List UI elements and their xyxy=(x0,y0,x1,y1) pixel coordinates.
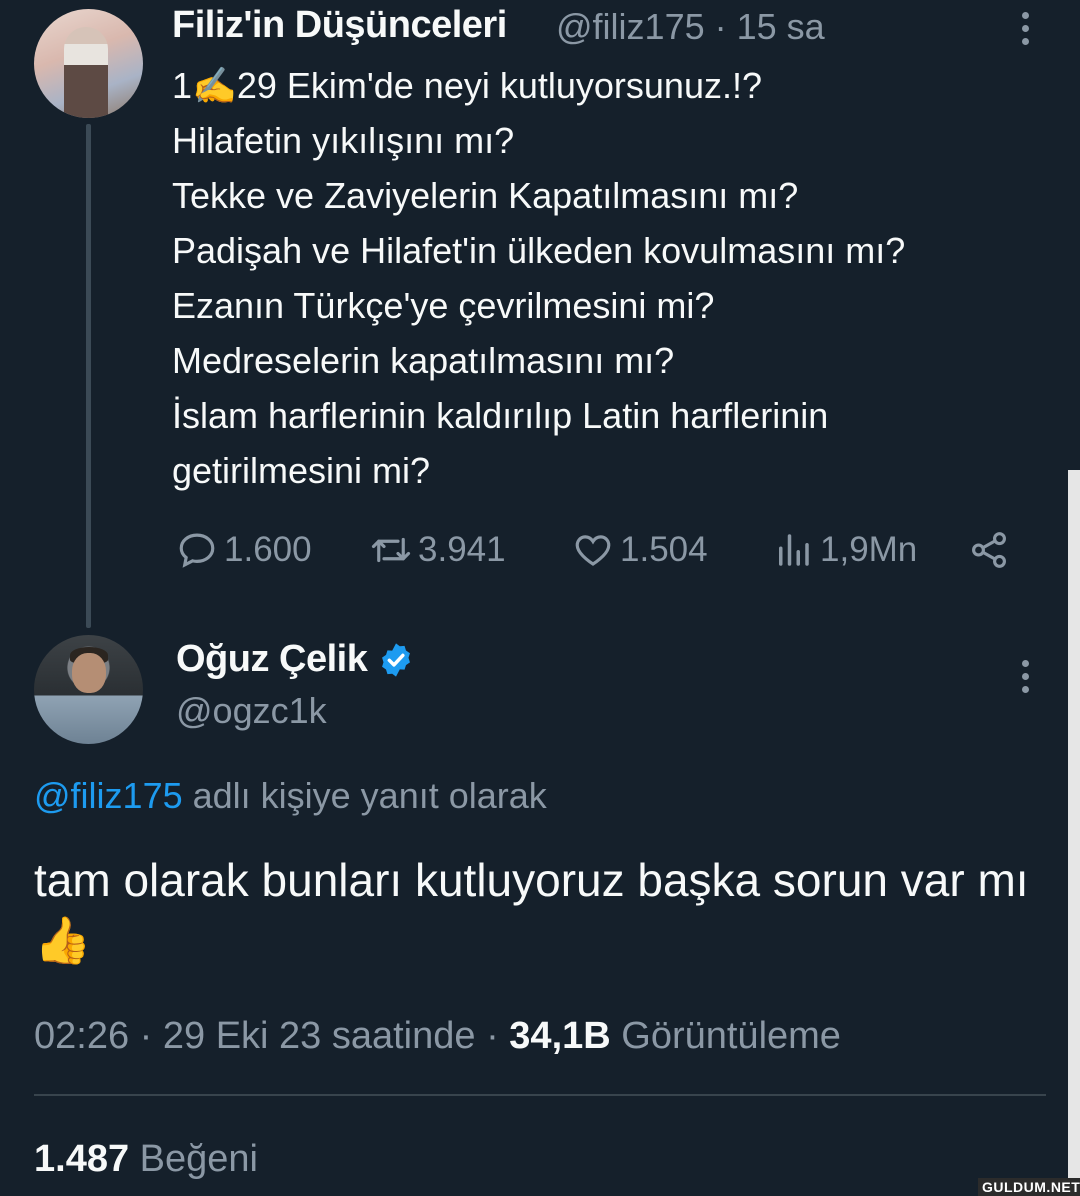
like-count: 1.504 xyxy=(620,530,708,569)
like-button[interactable]: 1.504 xyxy=(572,528,708,572)
likes-summary[interactable]: 1.487 Beğeni xyxy=(34,1138,258,1181)
tweet-line: İslam harflerinin kaldırılıp Latin harfl… xyxy=(172,395,829,436)
more-icon[interactable] xyxy=(1020,660,1030,700)
parent-author-name[interactable]: Filiz'in Düşünceleri xyxy=(172,4,507,47)
views-total: 34,1B xyxy=(509,1015,611,1057)
retweet-count: 3.941 xyxy=(418,530,506,569)
views-button[interactable]: 1,9Mn xyxy=(772,528,917,572)
replying-suffix: adlı kişiye yanıt olarak xyxy=(182,775,547,816)
parent-handle-time[interactable]: @filiz175 · 15 sa xyxy=(556,6,825,48)
reply-icon xyxy=(179,533,215,568)
replying-to-line: @filiz175 adlı kişiye yanıt olarak xyxy=(34,775,547,817)
reply-button[interactable]: 1.600 xyxy=(176,528,312,572)
tweet-line: getirilmesini mi? xyxy=(172,450,431,491)
more-icon[interactable] xyxy=(1020,12,1030,52)
tweet-line: Tekke ve Zaviyelerin Kapatılmasını mı? xyxy=(172,175,799,216)
thread-connector-line xyxy=(86,124,91,628)
views-label: Görüntüleme xyxy=(610,1015,841,1057)
retweet-icon xyxy=(371,537,411,563)
tweet-line: Hilafetin yıkılışını mı? xyxy=(172,120,515,161)
scrollbar[interactable] xyxy=(1068,470,1080,1195)
likes-total: 1.487 xyxy=(34,1138,130,1180)
replying-mention-link[interactable]: @filiz175 xyxy=(34,775,183,816)
retweet-button[interactable]: 3.941 xyxy=(370,528,506,572)
like-icon xyxy=(575,535,611,566)
reply-author-name-row[interactable]: Oğuz Çelik xyxy=(176,638,415,681)
reply-author-name[interactable]: Oğuz Çelik xyxy=(176,638,368,681)
views-icon xyxy=(779,534,809,566)
tweet-line: Padişah ve Hilafet'in ülkeden kovulmasın… xyxy=(172,230,906,271)
watermark: GULDUM.NET xyxy=(978,1178,1080,1196)
share-button[interactable] xyxy=(968,528,1010,572)
share-icon xyxy=(972,532,1006,568)
parent-tweet-text: 1✍️29 Ekim'de neyi kutluyorsunuz.!? Hila… xyxy=(172,58,1052,498)
divider xyxy=(34,1094,1046,1096)
parent-author-avatar[interactable] xyxy=(34,9,143,118)
tweet-timestamp-views: 02:26 · 29 Eki 23 saatinde · 34,1B Görün… xyxy=(34,1015,841,1058)
reply-author-avatar[interactable] xyxy=(34,635,143,744)
reply-count: 1.600 xyxy=(224,530,312,569)
reply-tweet-text: tam olarak bunları kutluyoruz başka soru… xyxy=(34,854,1029,966)
tweet-line: Medreselerin kapatılmasını mı? xyxy=(172,340,675,381)
likes-label: Beğeni xyxy=(129,1138,258,1180)
views-count: 1,9Mn xyxy=(820,530,918,569)
verified-badge-icon xyxy=(382,642,411,677)
tweet-line: 1✍️29 Ekim'de neyi kutluyorsunuz.!? xyxy=(172,65,762,106)
timestamp[interactable]: 02:26 · 29 Eki 23 saatinde · xyxy=(34,1015,509,1057)
tweet-line: Ezanın Türkçe'ye çevrilmesini mi? xyxy=(172,285,715,326)
reply-author-handle[interactable]: @ogzc1k xyxy=(176,690,327,732)
